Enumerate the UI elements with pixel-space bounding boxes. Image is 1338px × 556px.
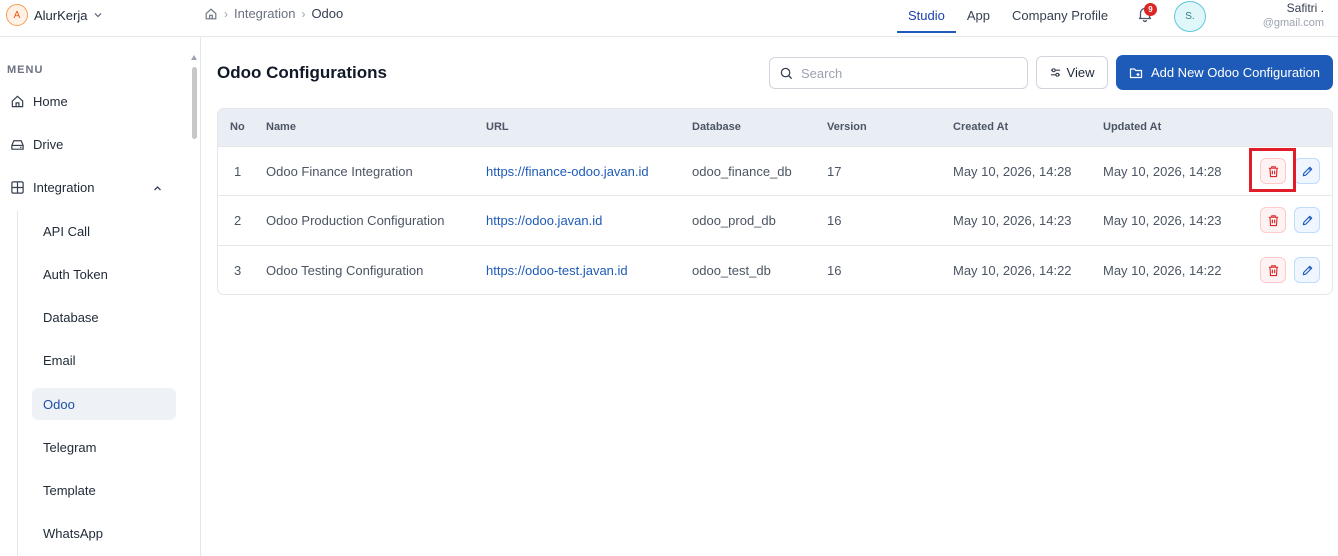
folder-plus-icon — [1129, 67, 1143, 78]
cell-version: 16 — [827, 263, 842, 278]
cell-updated-at: May 10, 2026, 14:23 — [1103, 213, 1222, 228]
sidebar-item-label: Drive — [33, 137, 64, 152]
add-odoo-configuration-button[interactable]: Add New Odoo Configuration — [1116, 55, 1333, 90]
tab-company-profile[interactable]: Company Profile — [1001, 0, 1119, 33]
user-name: Safitri . — [1286, 1, 1324, 15]
cell-no: 1 — [234, 164, 242, 179]
cell-updated-at: May 10, 2026, 14:28 — [1103, 164, 1222, 179]
scroll-up-arrow[interactable] — [191, 55, 197, 60]
cell-database: odoo_test_db — [692, 263, 771, 278]
sidebar-item-auth-token[interactable]: Auth Token — [32, 258, 176, 290]
pencil-icon — [1302, 166, 1312, 176]
home-icon[interactable] — [204, 7, 218, 21]
column-header-updated-at: Updated At — [1103, 121, 1162, 133]
cell-updated-at: May 10, 2026, 14:22 — [1103, 263, 1222, 278]
cell-no: 3 — [234, 263, 242, 278]
chevron-down-icon — [95, 13, 102, 18]
sidebar-item-api-call[interactable]: API Call — [32, 215, 176, 247]
view-label: View — [1066, 65, 1095, 80]
table-row: 1 Odoo Finance Integration https://finan… — [218, 146, 1332, 196]
sliders-icon — [1050, 68, 1060, 77]
search-box[interactable] — [769, 57, 1028, 89]
cell-database: odoo_prod_db — [692, 213, 776, 228]
breadcrumb-integration[interactable]: Integration — [234, 6, 295, 21]
column-header-database: Database — [692, 121, 741, 133]
cell-created-at: May 10, 2026, 14:28 — [953, 164, 1072, 179]
org-name: AlurKerja — [34, 7, 88, 23]
sidebar-item-odoo[interactable]: Odoo — [32, 388, 176, 420]
cell-url-link[interactable]: https://finance-odoo.javan.id — [486, 164, 649, 179]
sidebar-item-drive[interactable]: Drive — [10, 137, 63, 152]
trash-icon — [1268, 165, 1278, 177]
user-email: @gmail.com — [1262, 17, 1324, 29]
scrollbar-thumb[interactable] — [192, 67, 197, 139]
cell-name: Odoo Testing Configuration — [266, 263, 424, 278]
page-title: Odoo Configurations — [217, 63, 387, 82]
add-label: Add New Odoo Configuration — [1150, 65, 1321, 80]
delete-button[interactable] — [1260, 257, 1286, 283]
pencil-icon — [1302, 265, 1312, 275]
avatar[interactable]: S. — [1174, 1, 1206, 32]
grid-icon — [11, 181, 24, 194]
delete-button[interactable] — [1260, 207, 1286, 233]
edit-button[interactable] — [1294, 207, 1320, 233]
configurations-table: No Name URL Database Version Created At … — [217, 108, 1333, 295]
drive-icon — [11, 140, 24, 150]
tab-app[interactable]: App — [956, 0, 1001, 33]
column-header-no: No — [230, 121, 245, 133]
breadcrumb-odoo: Odoo — [311, 6, 344, 21]
cell-no: 2 — [234, 213, 242, 228]
search-icon — [780, 67, 793, 79]
trash-icon — [1268, 264, 1278, 276]
chevron-up-icon[interactable] — [152, 183, 163, 194]
sidebar-item-telegram[interactable]: Telegram — [32, 431, 176, 463]
tab-studio[interactable]: Studio — [897, 0, 956, 33]
pencil-icon — [1302, 215, 1312, 225]
column-header-name: Name — [266, 121, 296, 133]
chevron-right-icon: › — [301, 6, 306, 21]
cell-created-at: May 10, 2026, 14:23 — [953, 213, 1072, 228]
cell-name: Odoo Finance Integration — [266, 164, 413, 179]
org-avatar: A — [6, 4, 28, 26]
column-header-url: URL — [486, 121, 509, 133]
sidebar-item-label: Integration — [33, 180, 95, 195]
delete-button[interactable] — [1260, 158, 1286, 184]
top-bar: A AlurKerja › Integration › Odoo Studio … — [0, 0, 1338, 37]
menu-label: MENU — [7, 64, 44, 76]
top-nav: Studio App Company Profile — [897, 0, 1119, 33]
cell-url-link[interactable]: https://odoo.javan.id — [486, 213, 602, 228]
sidebar-item-label: Home — [33, 94, 68, 109]
table-header: No Name URL Database Version Created At … — [218, 109, 1332, 146]
table-row: 3 Odoo Testing Configuration https://odo… — [218, 245, 1332, 294]
breadcrumb: › Integration › Odoo — [204, 6, 343, 21]
sidebar-item-integration[interactable]: Integration — [10, 180, 94, 195]
edit-button[interactable] — [1294, 257, 1320, 283]
table-row: 2 Odoo Production Configuration https://… — [218, 195, 1332, 245]
home-icon — [11, 95, 24, 108]
sidebar-item-database[interactable]: Database — [32, 301, 176, 333]
sidebar-item-template[interactable]: Template — [32, 474, 176, 506]
org-switcher[interactable]: A AlurKerja — [6, 4, 103, 26]
cell-version: 17 — [827, 164, 842, 179]
sidebar: MENU Home Drive Integration API Call Aut… — [0, 37, 201, 556]
notification-badge: 9 — [1144, 3, 1157, 16]
trash-icon — [1268, 214, 1278, 226]
sidebar-item-email[interactable]: Email — [32, 344, 176, 376]
edit-button[interactable] — [1294, 158, 1320, 184]
column-header-version: Version — [827, 121, 867, 133]
cell-url-link[interactable]: https://odoo-test.javan.id — [486, 263, 628, 278]
cell-name: Odoo Production Configuration — [266, 213, 445, 228]
view-button[interactable]: View — [1036, 56, 1108, 89]
chevron-right-icon: › — [224, 6, 228, 21]
cell-created-at: May 10, 2026, 14:22 — [953, 263, 1072, 278]
cell-database: odoo_finance_db — [692, 164, 792, 179]
sidebar-item-home[interactable]: Home — [10, 94, 68, 109]
column-header-created-at: Created At — [953, 121, 1009, 133]
cell-version: 16 — [827, 213, 842, 228]
submenu-line — [17, 211, 18, 556]
sidebar-item-whatsapp[interactable]: WhatsApp — [32, 517, 176, 549]
search-input[interactable] — [801, 65, 1021, 81]
